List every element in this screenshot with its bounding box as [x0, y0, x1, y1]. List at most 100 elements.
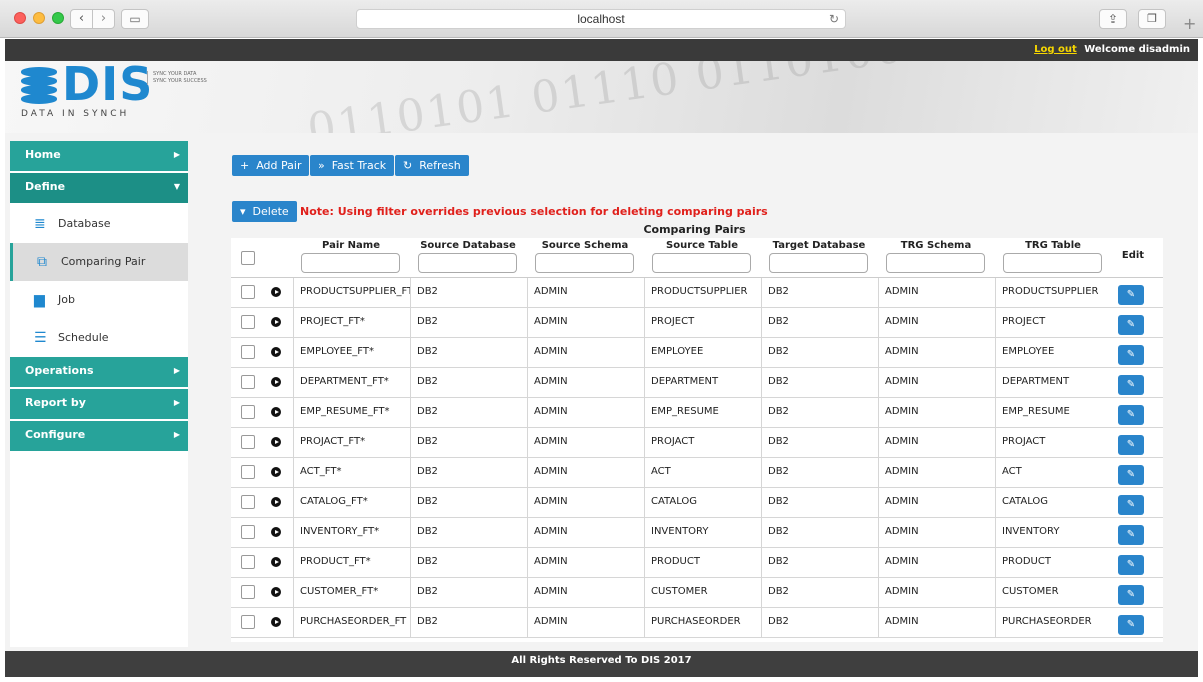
row-checkbox[interactable]: [241, 615, 255, 629]
sidebar-subitem-comparing-pair[interactable]: ⧉ Comparing Pair: [10, 243, 188, 281]
edit-icon[interactable]: ✎: [1118, 615, 1144, 635]
delete-button[interactable]: ▾ Delete: [232, 201, 297, 222]
row-checkbox[interactable]: [241, 315, 255, 329]
sidebar-subitem-label: Database: [58, 217, 111, 230]
edit-icon[interactable]: ✎: [1118, 285, 1144, 305]
chevron-right-icon: ▶: [173, 366, 180, 375]
row-checkbox[interactable]: [241, 345, 255, 359]
database-icon: ≣: [34, 216, 46, 232]
sidebar-item-label: Report by: [25, 396, 86, 409]
fast-track-button[interactable]: » Fast Track: [310, 155, 395, 176]
table-cell: PROJACT: [644, 428, 761, 458]
table-row[interactable]: PURCHASEORDER_FT DB2 ADMIN PURCHASEORDER DB2…: [231, 608, 1163, 638]
table-row[interactable]: CATALOG_FT* DB2 ADMIN CATALOG DB2 ADMIN CATALO…: [231, 488, 1163, 518]
edit-icon[interactable]: ✎: [1118, 465, 1144, 485]
chevron-right-icon: ▶: [173, 430, 180, 439]
table-row[interactable]: ACT_FT* DB2 ADMIN ACT DB2 ADMIN ACT ✎: [231, 458, 1163, 488]
edit-icon[interactable]: ✎: [1118, 585, 1144, 605]
table-row[interactable]: PROJACT_FT* DB2 ADMIN PROJACT DB2 ADMIN PROJAC…: [231, 428, 1163, 458]
table-row[interactable]: EMP_RESUME_FT* DB2 ADMIN EMP_RESUME DB2 ADMIN…: [231, 398, 1163, 428]
sidebar-toggle-icon[interactable]: ▭: [121, 9, 149, 29]
edit-icon[interactable]: ✎: [1118, 555, 1144, 575]
play-icon[interactable]: [271, 317, 281, 327]
play-icon[interactable]: [271, 287, 281, 297]
table-cell: DB2: [410, 578, 527, 608]
edit-icon[interactable]: ✎: [1118, 495, 1144, 515]
play-icon[interactable]: [271, 557, 281, 567]
header-target-database: Target Database: [772, 240, 866, 251]
sidebar-item-configure[interactable]: Configure ▶: [10, 421, 188, 451]
table-cell: ADMIN: [527, 278, 644, 308]
binary-decoration-icon: 0110101 01110 0110100: [304, 61, 908, 133]
rss-icon: »: [318, 159, 325, 172]
sidebar-subitem-database[interactable]: ≣ Database: [10, 205, 188, 243]
table-cell: DB2: [410, 308, 527, 338]
filter-source-schema-input[interactable]: [535, 253, 634, 273]
sidebar-subitem-job[interactable]: ▆ Job: [10, 281, 188, 319]
row-checkbox[interactable]: [241, 375, 255, 389]
table-cell: DEPARTMENT: [995, 368, 1111, 398]
edit-icon[interactable]: ✎: [1118, 525, 1144, 545]
table-cell: CATALOG: [995, 488, 1111, 518]
minimize-window-icon[interactable]: [33, 12, 45, 24]
edit-icon[interactable]: ✎: [1118, 435, 1144, 455]
table-row[interactable]: EMPLOYEE_FT* DB2 ADMIN EMPLOYEE DB2 ADMIN EMPL…: [231, 338, 1163, 368]
row-checkbox[interactable]: [241, 435, 255, 449]
tabs-overview-icon[interactable]: ❐: [1138, 9, 1166, 29]
table-row[interactable]: CUSTOMER_FT* DB2 ADMIN CUSTOMER DB2 ADMIN CUST…: [231, 578, 1163, 608]
filter-trg-schema-input[interactable]: [886, 253, 985, 273]
play-icon[interactable]: [271, 527, 281, 537]
filter-source-database-input[interactable]: [418, 253, 517, 273]
sidebar-subitem-schedule[interactable]: ☰ Schedule: [10, 319, 188, 357]
sidebar-item-home[interactable]: Home ▶: [10, 141, 188, 171]
zoom-window-icon[interactable]: [52, 12, 64, 24]
table-row[interactable]: PROJECT_FT* DB2 ADMIN PROJECT DB2 ADMIN PROJEC…: [231, 308, 1163, 338]
play-icon[interactable]: [271, 497, 281, 507]
row-checkbox[interactable]: [241, 405, 255, 419]
address-bar[interactable]: localhost ↻: [356, 9, 846, 29]
row-checkbox[interactable]: [241, 285, 255, 299]
play-icon[interactable]: [271, 467, 281, 477]
back-icon[interactable]: ‹: [71, 10, 93, 28]
sidebar-item-label: Define: [25, 180, 66, 193]
table-row[interactable]: INVENTORY_FT* DB2 ADMIN INVENTORY DB2 ADMIN IN…: [231, 518, 1163, 548]
comparing-pairs-table: Pair Name Source Database Source Schema …: [231, 238, 1163, 642]
table-cell: PURCHASEORDER: [995, 608, 1111, 638]
filter-target-database-input[interactable]: [769, 253, 868, 273]
refresh-button[interactable]: ↻ Refresh: [395, 155, 469, 176]
share-icon[interactable]: ⇪: [1099, 9, 1127, 29]
play-icon[interactable]: [271, 377, 281, 387]
edit-icon[interactable]: ✎: [1118, 315, 1144, 335]
play-icon[interactable]: [271, 407, 281, 417]
table-row[interactable]: PRODUCTSUPPLIER_FT DB2 ADMIN PRODUCTSUPPLIE…: [231, 278, 1163, 308]
play-icon[interactable]: [271, 437, 281, 447]
sidebar-item-report[interactable]: Report by ▶: [10, 389, 188, 419]
edit-icon[interactable]: ✎: [1118, 405, 1144, 425]
reload-icon[interactable]: ↻: [829, 10, 839, 28]
play-icon[interactable]: [271, 617, 281, 627]
logout-link[interactable]: Log out: [1034, 44, 1077, 55]
filter-source-table-input[interactable]: [652, 253, 751, 273]
sidebar-subitem-label: Job: [58, 293, 75, 306]
filter-trg-table-input[interactable]: [1003, 253, 1102, 273]
edit-icon[interactable]: ✎: [1118, 345, 1144, 365]
table-cell: DB2: [761, 398, 878, 428]
table-row[interactable]: PRODUCT_FT* DB2 ADMIN PRODUCT DB2 ADMIN PRODUC…: [231, 548, 1163, 578]
add-pair-button[interactable]: + Add Pair: [232, 155, 310, 176]
edit-icon[interactable]: ✎: [1118, 375, 1144, 395]
table-row[interactable]: DEPARTMENT_FT* DB2 ADMIN DEPARTMENT DB2 ADMIN…: [231, 368, 1163, 398]
sidebar-item-define[interactable]: Define ▼: [10, 173, 188, 203]
row-checkbox[interactable]: [241, 495, 255, 509]
row-checkbox[interactable]: [241, 465, 255, 479]
row-checkbox[interactable]: [241, 555, 255, 569]
play-icon[interactable]: [271, 347, 281, 357]
row-checkbox[interactable]: [241, 525, 255, 539]
select-all-checkbox[interactable]: [241, 251, 255, 265]
filter-pair-name-input[interactable]: [301, 253, 400, 273]
new-tab-icon[interactable]: +: [1183, 14, 1203, 38]
forward-icon[interactable]: ›: [93, 10, 114, 28]
sidebar-item-operations[interactable]: Operations ▶: [10, 357, 188, 387]
close-window-icon[interactable]: [14, 12, 26, 24]
row-checkbox[interactable]: [241, 585, 255, 599]
play-icon[interactable]: [271, 587, 281, 597]
